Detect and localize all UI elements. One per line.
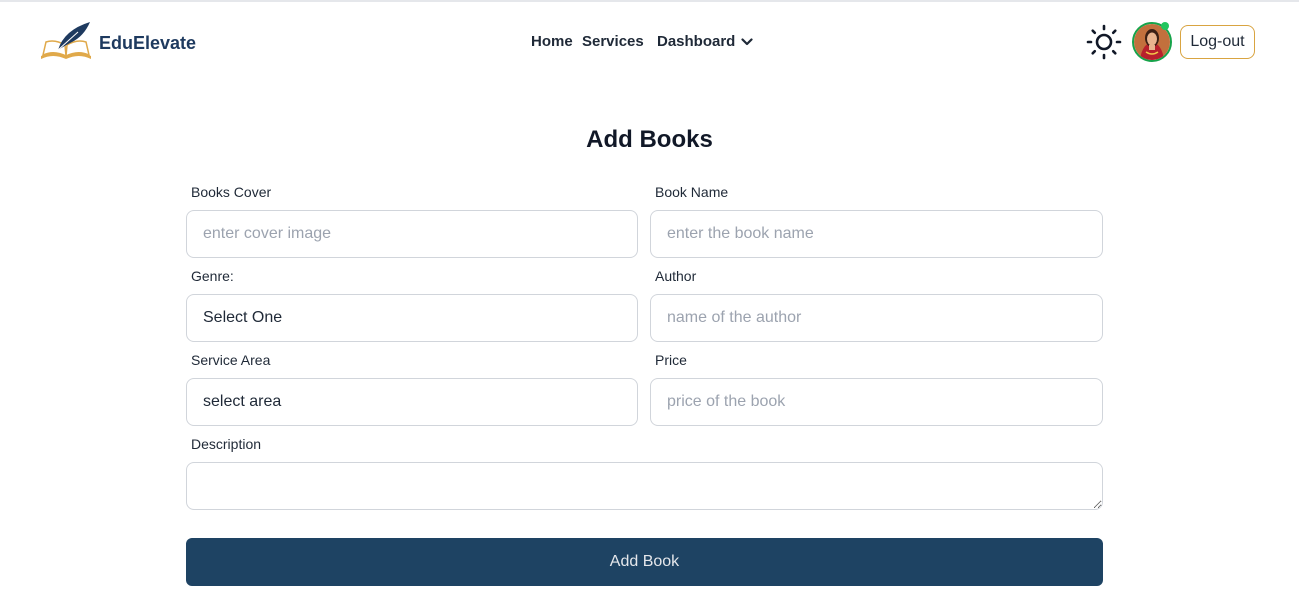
service-area-selected-value: select area <box>203 393 282 410</box>
genre-selected-value: Select One <box>203 309 283 326</box>
book-name-label: Book Name <box>655 184 729 200</box>
book-quill-icon <box>41 22 91 59</box>
logo[interactable] <box>38 20 94 62</box>
price-input[interactable] <box>650 378 1103 426</box>
nav-dashboard-label: Dashboard <box>657 33 736 50</box>
top-divider <box>0 0 1299 2</box>
sun-icon <box>1086 24 1122 60</box>
description-textarea[interactable] <box>186 462 1103 510</box>
chevron-down-icon <box>741 38 753 46</box>
author-input[interactable] <box>650 294 1103 342</box>
theme-toggle[interactable] <box>1086 24 1122 65</box>
nav-home[interactable]: Home <box>531 33 573 51</box>
online-status-dot <box>1161 22 1169 30</box>
genre-label: Genre: <box>191 268 234 284</box>
service-area-label: Service Area <box>191 352 271 368</box>
genre-select[interactable]: Select One <box>186 294 638 342</box>
cover-input[interactable] <box>186 210 638 258</box>
description-label: Description <box>191 436 262 452</box>
service-area-select[interactable]: select area <box>186 378 638 426</box>
nav-services[interactable]: Services <box>582 33 644 51</box>
book-name-input[interactable] <box>650 210 1103 258</box>
price-label: Price <box>655 352 687 368</box>
logout-button[interactable]: Log-out <box>1180 25 1255 59</box>
add-book-button[interactable]: Add Book <box>186 538 1103 586</box>
brand-name[interactable]: EduElevate <box>99 33 196 53</box>
author-label: Author <box>655 268 697 284</box>
page-title: Add Books <box>586 126 713 153</box>
cover-label: Books Cover <box>191 184 272 200</box>
nav-dashboard[interactable]: Dashboard <box>657 33 753 51</box>
